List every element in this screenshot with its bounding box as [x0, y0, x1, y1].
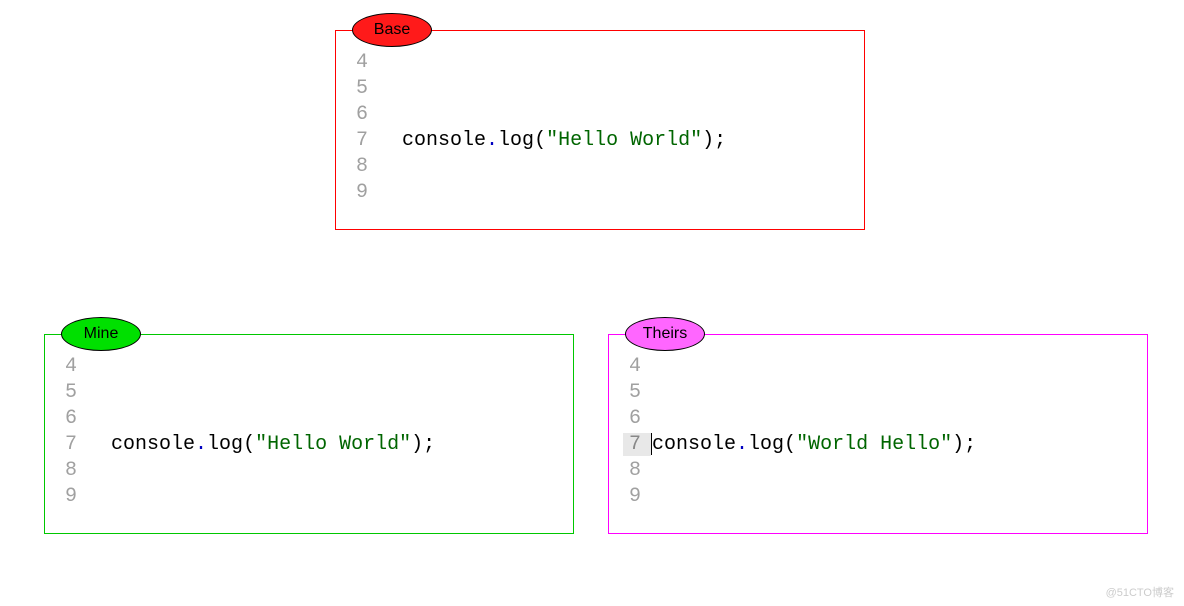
code-method: log: [748, 433, 784, 456]
code-line: 5: [59, 379, 559, 405]
code-line: 6: [59, 405, 559, 431]
code-method: log: [498, 129, 534, 152]
line-number: 9: [350, 181, 378, 204]
line-number: 8: [59, 459, 87, 482]
code-line: 9: [623, 483, 1133, 509]
line-number: 9: [59, 485, 87, 508]
code-line: 5: [350, 75, 850, 101]
code-dot: .: [486, 129, 498, 152]
code-identifier: console: [111, 433, 195, 456]
code-line: 4: [59, 353, 559, 379]
watermark-text: @51CTO博客: [1106, 584, 1174, 600]
line-number: 5: [59, 381, 87, 404]
code-dot: .: [195, 433, 207, 456]
code-line: 7console.log("World Hello");: [623, 431, 1133, 457]
line-number: 5: [623, 381, 651, 404]
line-number: 9: [623, 485, 651, 508]
base-code-block: 4567 console.log("Hello World");89: [350, 49, 850, 205]
code-identifier: console: [402, 129, 486, 152]
line-number: 7: [350, 129, 378, 152]
code-paren-open: (: [784, 433, 796, 456]
code-semicolon: ;: [423, 433, 435, 456]
line-number: 8: [350, 155, 378, 178]
base-label-badge: Base: [352, 13, 432, 47]
code-semicolon: ;: [964, 433, 976, 456]
mine-code-block: 4567 console.log("Hello World");89: [59, 353, 559, 509]
line-number: 7: [623, 433, 651, 456]
code-string: "Hello World": [546, 129, 702, 152]
line-number: 6: [623, 407, 651, 430]
code-line: 9: [59, 483, 559, 509]
code-line: 9: [350, 179, 850, 205]
theirs-label-badge: Theirs: [625, 317, 705, 351]
base-label-text: Base: [374, 21, 410, 39]
indent: [378, 129, 402, 152]
code-content: console.log("World Hello");: [651, 433, 976, 456]
code-identifier: console: [652, 433, 736, 456]
line-number: 6: [350, 103, 378, 126]
line-number: 8: [623, 459, 651, 482]
code-line: 8: [623, 457, 1133, 483]
code-paren-close: ): [952, 433, 964, 456]
code-content: console.log("Hello World");: [87, 433, 435, 456]
line-number: 5: [350, 77, 378, 100]
theirs-panel: Theirs 4567console.log("World Hello");89: [608, 334, 1148, 534]
mine-label-badge: Mine: [61, 317, 141, 351]
line-number: 4: [623, 355, 651, 378]
base-panel: Base 4567 console.log("Hello World");89: [335, 30, 865, 230]
mine-panel: Mine 4567 console.log("Hello World");89: [44, 334, 574, 534]
code-line: 5: [623, 379, 1133, 405]
line-number: 4: [59, 355, 87, 378]
theirs-label-text: Theirs: [643, 325, 687, 343]
code-dot: .: [736, 433, 748, 456]
code-content: console.log("Hello World");: [378, 129, 726, 152]
mine-label-text: Mine: [84, 325, 119, 343]
code-string: "World Hello": [796, 433, 952, 456]
theirs-code-block: 4567console.log("World Hello");89: [623, 353, 1133, 509]
code-line: 4: [623, 353, 1133, 379]
indent: [87, 433, 111, 456]
code-paren-close: ): [411, 433, 423, 456]
line-number: 4: [350, 51, 378, 74]
code-line: 7 console.log("Hello World");: [59, 431, 559, 457]
code-string: "Hello World": [255, 433, 411, 456]
code-paren-open: (: [534, 129, 546, 152]
code-semicolon: ;: [714, 129, 726, 152]
code-line: 8: [59, 457, 559, 483]
code-method: log: [207, 433, 243, 456]
line-number: 6: [59, 407, 87, 430]
code-line: 7 console.log("Hello World");: [350, 127, 850, 153]
code-line: 6: [350, 101, 850, 127]
line-number: 7: [59, 433, 87, 456]
code-paren-open: (: [243, 433, 255, 456]
code-line: 6: [623, 405, 1133, 431]
code-line: 8: [350, 153, 850, 179]
code-line: 4: [350, 49, 850, 75]
code-paren-close: ): [702, 129, 714, 152]
